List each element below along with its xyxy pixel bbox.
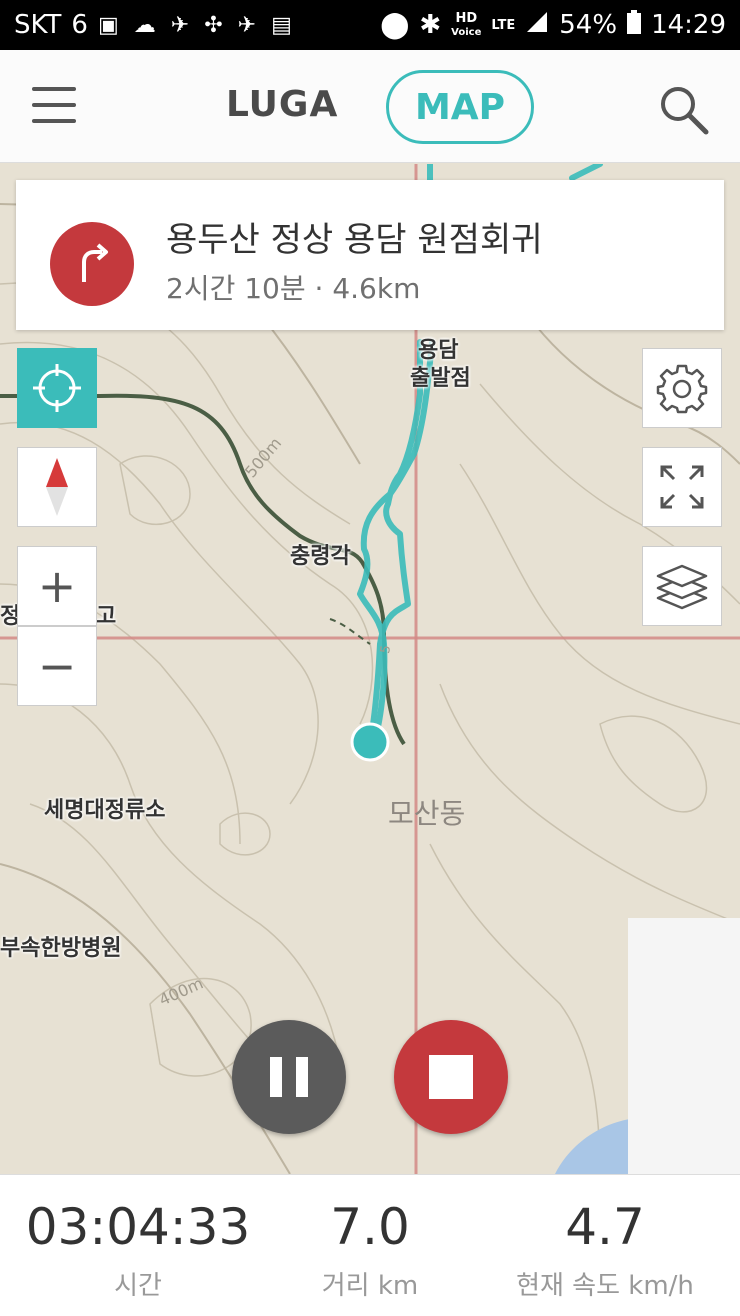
time-value: 03:04:33 — [25, 1198, 251, 1256]
status-right: ⬤ ✱ HD Voice LTE 54% 14:29 — [380, 9, 726, 41]
map-label-start2: 출발점 — [410, 366, 471, 391]
crosshair-icon — [33, 364, 81, 412]
stat-speed: 4.7 현재 속도 km/h — [480, 1175, 730, 1302]
carrier-badge: 6 — [71, 10, 88, 40]
speed-label: 현재 속도 km/h — [516, 1271, 694, 1301]
status-bar: SKT 6 ▣ ☁ ✈ ✣ ✈ ▤ ⬤ ✱ HD Voice LTE 54% 1… — [0, 0, 740, 50]
time-label: 시간 — [114, 1271, 162, 1301]
carrier-label: SKT — [14, 10, 62, 40]
gear-icon — [656, 364, 708, 414]
pause-icon — [270, 1057, 282, 1097]
map-label-rest-area: 세명대정류소 — [44, 798, 166, 823]
location-icon: ⬤ — [380, 10, 410, 40]
compass-button[interactable] — [17, 447, 97, 527]
turn-right-icon — [50, 222, 134, 306]
distance-label: 거리 km — [321, 1271, 419, 1301]
stat-time: 03:04:33 시간 — [20, 1175, 256, 1302]
status-left: SKT 6 ▣ ☁ ✈ ✣ ✈ ▤ — [14, 10, 296, 40]
zoom-out-button[interactable]: − — [17, 626, 97, 706]
my-location-button[interactable] — [17, 348, 97, 428]
battery-percent: 54% — [559, 10, 618, 40]
speed-value: 4.7 — [565, 1198, 645, 1256]
layers-icon — [656, 564, 708, 610]
stop-icon — [429, 1055, 473, 1099]
map-label-pass: 충령각 — [290, 544, 351, 569]
pinwheel-icon: ✣ — [204, 12, 227, 38]
lte-icon: LTE — [491, 17, 516, 33]
compass-icon — [46, 458, 68, 516]
menu-icon[interactable] — [32, 87, 76, 127]
battery-icon — [627, 9, 642, 41]
tab-luga[interactable]: LUGA — [226, 84, 338, 125]
expand-icon — [660, 465, 704, 509]
hd-voice-icon: HD Voice — [451, 12, 481, 39]
route-card[interactable]: 용두산 정상 용담 원점회귀 2시간 10분 · 4.6km — [16, 180, 724, 330]
map-label-village: 모산동 — [388, 797, 466, 830]
stat-distance: 7.0 거리 km — [290, 1175, 450, 1302]
route-subtitle: 2시간 10분 · 4.6km — [166, 272, 421, 305]
voice-label: Voice — [451, 26, 482, 38]
distance-value: 7.0 — [330, 1198, 410, 1256]
bluetooth-icon: ✱ — [419, 10, 442, 40]
signal-icon — [525, 10, 549, 41]
map-label-partial2: 고 — [96, 604, 117, 629]
pause-button[interactable] — [232, 1020, 346, 1134]
map-side-panel — [628, 918, 740, 1174]
fullscreen-button[interactable] — [642, 447, 722, 527]
notification-icons: ▣ ☁ ✈ ✣ ✈ ▤ — [98, 13, 296, 38]
clock: 14:29 — [651, 10, 726, 40]
twitter-icon: ✈ — [237, 12, 261, 38]
top-bar: LUGA MAP — [0, 50, 740, 163]
tmap-icon: ▤ — [271, 12, 296, 38]
cloud-icon: ☁ — [133, 12, 160, 38]
stats-panel: 03:04:33 시간 7.0 거리 km 4.7 현재 속도 km/h — [0, 1174, 740, 1316]
map-label-hospital: 부속한방병원 — [0, 936, 122, 961]
gallery-icon: ▣ — [97, 12, 123, 38]
hd-label: HD — [455, 10, 478, 26]
route-title: 용두산 정상 용담 원점회귀 — [166, 220, 543, 260]
pause-icon — [296, 1057, 308, 1097]
layers-button[interactable] — [642, 546, 722, 626]
zoom-in-button[interactable]: + — [17, 546, 97, 626]
settings-button[interactable] — [642, 348, 722, 428]
stop-button[interactable] — [394, 1020, 508, 1134]
tab-map[interactable]: MAP — [386, 70, 534, 144]
search-icon[interactable] — [656, 82, 710, 136]
twitter-icon: ✈ — [170, 12, 194, 38]
